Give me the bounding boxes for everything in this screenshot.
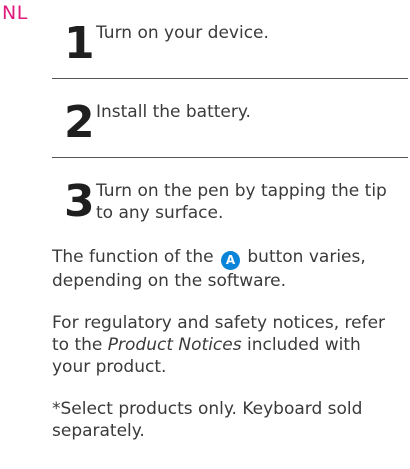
step-number: 2 <box>64 97 95 148</box>
language-tag: NL <box>2 2 28 24</box>
step-text: Install the battery. <box>96 102 251 122</box>
step-3: 3 Turn on the pen by tapping the tip to … <box>52 158 408 238</box>
step-number: 1 <box>64 18 95 69</box>
regulatory-note: For regulatory and safety notices, refer… <box>52 312 392 378</box>
product-notices-title: Product Notices <box>107 335 242 355</box>
button-a-icon: A <box>220 251 240 270</box>
step-text: Turn on the pen by tapping the tip to an… <box>96 181 387 223</box>
step-2: 2 Install the battery. <box>52 79 408 158</box>
step-number: 3 <box>64 176 95 227</box>
step-text: Turn on your device. <box>96 23 269 43</box>
function-note: The function of the A button varies, dep… <box>52 246 392 292</box>
step-1: 1 Turn on your device. <box>52 0 408 79</box>
function-note-before: The function of the <box>52 247 219 267</box>
footnote: *Select products only. Keyboard sold sep… <box>52 399 363 441</box>
steps-list: 1 Turn on your device. 2 Install the bat… <box>52 0 408 238</box>
